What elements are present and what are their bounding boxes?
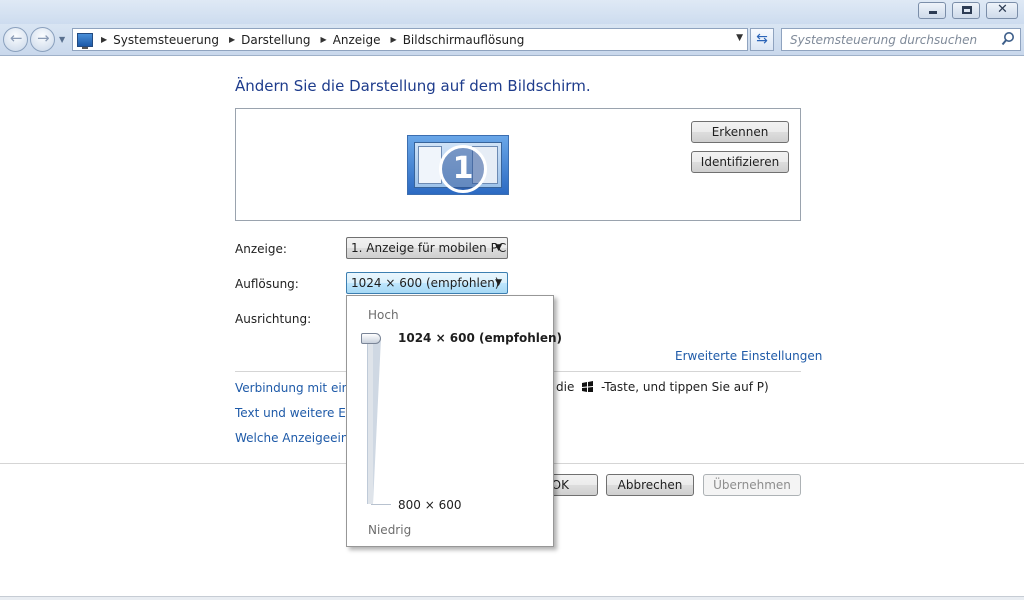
monitor-number: 1 [439,145,487,193]
resolution-slider-thumb[interactable] [361,333,381,344]
back-button[interactable]: ← [3,27,28,52]
windows-logo-icon [582,381,594,392]
projector-link[interactable]: Verbindung mit einer [235,381,362,395]
minimize-icon [929,11,937,14]
breadcrumb-darstellung[interactable]: Darstellung [241,33,310,47]
back-arrow-icon: ← [10,29,23,47]
cancel-button[interactable]: Abbrechen [606,474,694,496]
close-icon: ✕ [997,2,1008,17]
resolution-select-value: 1024 × 600 (empfohlen) [351,276,500,290]
close-button[interactable]: ✕ [986,2,1018,19]
resolution-slider-track[interactable] [367,338,383,504]
resolution-slider-popup: Hoch 1024 × 600 (empfohlen) 800 × 600 Ni… [346,295,562,547]
search-icon[interactable] [1001,31,1015,47]
low-label: Niedrig [368,523,412,537]
breadcrumb-systemsteuerung[interactable]: Systemsteuerung [113,33,219,47]
chevron-down-icon: ▼ [495,243,502,253]
forward-button[interactable]: → [30,27,55,52]
display-select[interactable]: 1. Anzeige für mobilen PC ▼ [346,237,508,259]
breadcrumb-anzeige[interactable]: Anzeige [333,33,381,47]
resolution-select[interactable]: 1024 × 600 (empfohlen) ▼ [346,272,508,294]
search-placeholder: Systemsteuerung durchsuchen [790,33,978,47]
detect-button[interactable]: Erkennen [691,121,789,143]
restore-icon [962,6,972,14]
status-strip [0,596,1024,600]
address-bar[interactable]: ▶ Systemsteuerung ▶ Darstellung ▶ Anzeig… [72,28,748,51]
text-size-link[interactable]: Text und weitere Elen [235,406,364,420]
page-title: Ändern Sie die Darstellung auf dem Bilds… [235,77,591,95]
address-dropdown-icon[interactable]: ▼ [736,33,743,43]
monitor-preview-area: 1 Erkennen Identifizieren [235,108,801,221]
title-bar: ✕ [0,0,1024,24]
breadcrumb-arrow-icon[interactable]: ▶ [321,35,327,44]
breadcrumb-bildschirmaufloesung[interactable]: Bildschirmauflösung [403,33,525,47]
apply-button: Übernehmen [703,474,801,496]
chevron-down-icon: ▼ [495,278,502,288]
projector-hint-pre: die [556,380,575,394]
projector-hint-post: -Taste, und tippen Sie auf P) [601,380,769,394]
recent-pages-dropdown-icon[interactable]: ▼ [59,35,65,44]
orientation-label: Ausrichtung: [235,312,312,326]
advanced-settings-link[interactable]: Erweiterte Einstellungen [675,349,822,363]
projector-hint: die -Taste, und tippen Sie auf P) [556,380,769,394]
monitor-1-icon[interactable]: 1 [407,135,509,195]
minimize-button[interactable] [918,2,946,19]
breadcrumb-arrow-icon[interactable]: ▶ [229,35,235,44]
breadcrumb-arrow-icon[interactable]: ▶ [101,35,107,44]
control-panel-icon [77,32,93,49]
resolution-label: Auflösung: [235,277,299,291]
refresh-button[interactable]: ⇆ [750,28,774,51]
refresh-icon: ⇆ [756,31,768,47]
identify-button[interactable]: Identifizieren [691,151,789,173]
high-label: Hoch [368,308,399,322]
restore-button[interactable] [952,2,980,19]
forward-arrow-icon: → [37,29,50,47]
resolution-option-max[interactable]: 1024 × 600 (empfohlen) [398,331,562,345]
navigation-bar: ← → ▼ ▶ Systemsteuerung ▶ Darstellung ▶ … [0,24,1024,56]
breadcrumb-arrow-icon[interactable]: ▶ [391,35,397,44]
display-select-value: 1. Anzeige für mobilen PC [351,241,507,255]
slider-tick [371,504,391,505]
display-label: Anzeige: [235,242,287,256]
search-box[interactable]: Systemsteuerung durchsuchen [781,28,1021,51]
resolution-option-min[interactable]: 800 × 600 [398,498,462,512]
